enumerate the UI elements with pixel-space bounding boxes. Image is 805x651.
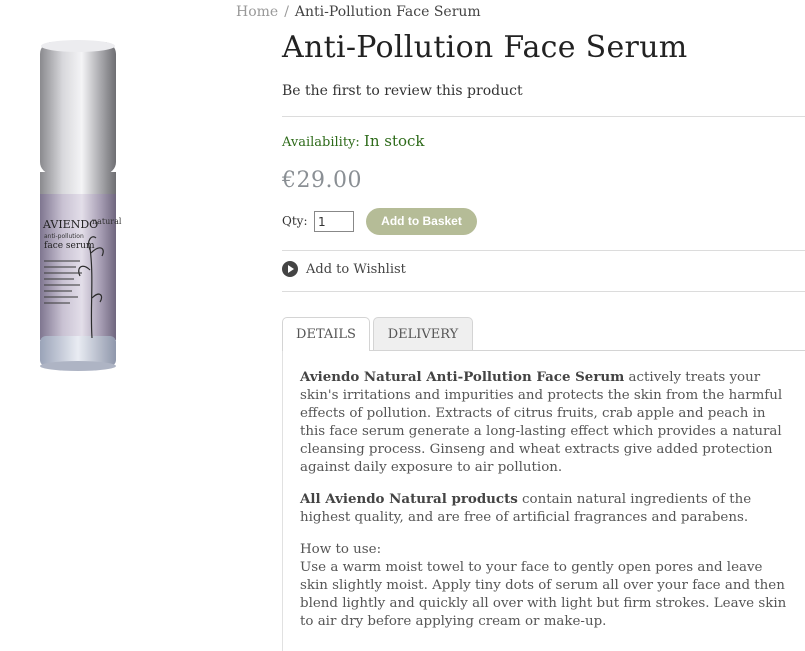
- svg-text:face serum: face serum: [44, 241, 95, 251]
- qty-label: Qty:: [282, 214, 308, 228]
- review-link[interactable]: Be the first to review this product: [282, 83, 523, 99]
- howto-heading: How to use:: [300, 542, 382, 557]
- availability: Availability: In stock: [282, 132, 425, 150]
- product-image[interactable]: AVIENDO natural anti-pollution face seru…: [30, 38, 130, 378]
- breadcrumb-current: Anti-Pollution Face Serum: [294, 4, 481, 20]
- product-title: Anti-Pollution Face Serum: [282, 30, 688, 65]
- details-paragraph-2: All Aviendo Natural products contain nat…: [300, 491, 752, 525]
- divider: [282, 250, 805, 251]
- details-paragraph-1: Aviendo Natural Anti-Pollution Face Seru…: [300, 369, 783, 475]
- howto-text: Use a warm moist towel to your face to g…: [300, 560, 787, 629]
- breadcrumb-separator: /: [284, 4, 289, 20]
- divider: [282, 291, 805, 292]
- bottle-brand-text: AVIENDO: [42, 218, 98, 231]
- add-to-wishlist-link[interactable]: Add to Wishlist: [282, 261, 406, 277]
- divider: [282, 116, 805, 117]
- add-to-basket-button[interactable]: Add to Basket: [366, 208, 477, 235]
- svg-text:anti-pollution: anti-pollution: [44, 233, 84, 240]
- qty-input[interactable]: [314, 211, 354, 232]
- wishlist-label: Add to Wishlist: [306, 261, 406, 277]
- availability-label: Availability:: [282, 135, 360, 150]
- breadcrumb-home-link[interactable]: Home: [236, 4, 278, 20]
- availability-value: In stock: [363, 132, 425, 150]
- product-price: €29.00: [282, 168, 362, 193]
- tab-details[interactable]: DETAILS: [282, 317, 370, 351]
- tab-delivery[interactable]: DELIVERY: [373, 317, 473, 351]
- breadcrumb: Home / Anti-Pollution Face Serum: [236, 4, 481, 20]
- svg-text:natural: natural: [92, 217, 122, 226]
- play-arrow-icon: [282, 261, 298, 277]
